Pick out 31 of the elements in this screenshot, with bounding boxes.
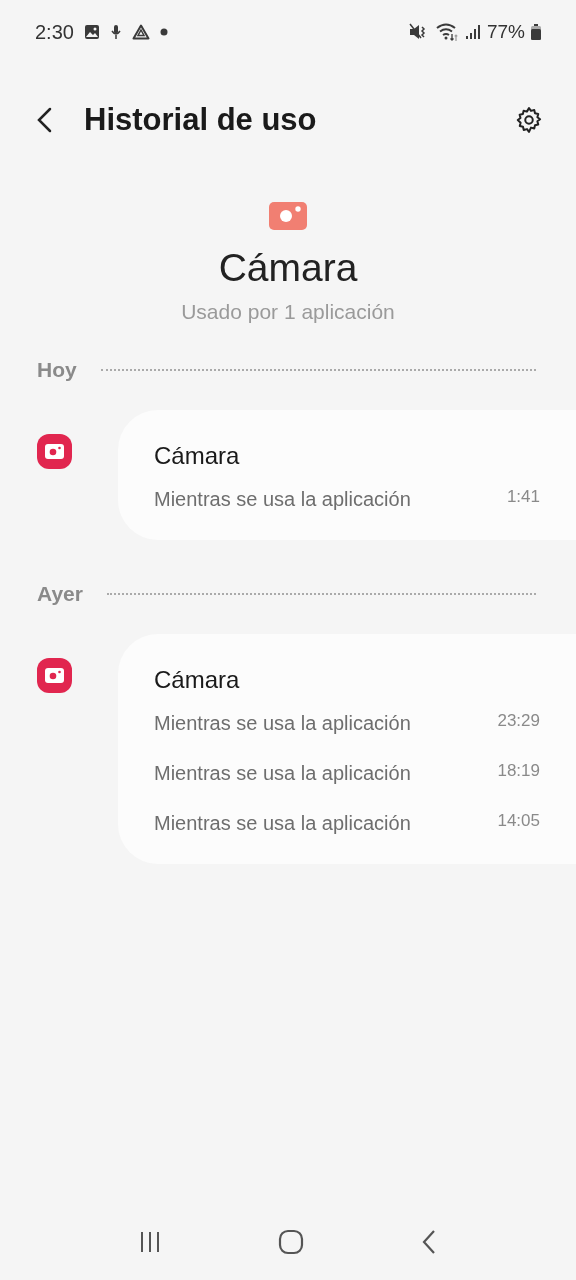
battery-percentage: 77% [486, 19, 525, 44]
clock-time: 2:30 [35, 20, 74, 45]
camera-app-icon [37, 657, 72, 693]
microphone-icon [109, 24, 122, 40]
triangle-icon [131, 24, 150, 40]
camera-app-icon [37, 433, 72, 469]
signal-icon [464, 24, 481, 40]
permission-title: Cámara [218, 245, 358, 291]
camera-icon [269, 202, 307, 230]
usage-time: 1:41 [506, 485, 540, 508]
usage-description: Mientras se usa la aplicación [154, 810, 411, 836]
section-label: Hoy [37, 356, 77, 383]
recent-apps-icon[interactable] [138, 1231, 161, 1253]
usage-time: 14:05 [497, 809, 540, 832]
section-label: Ayer [37, 580, 83, 607]
image-icon [83, 24, 100, 40]
usage-description: Mientras se usa la aplicación [154, 710, 411, 736]
usage-description: Mientras se usa la aplicación [154, 486, 411, 512]
usage-description: Mientras se usa la aplicación [154, 760, 411, 786]
permission-subtitle: Usado por 1 aplicación [181, 299, 395, 325]
back-nav-icon[interactable] [421, 1229, 438, 1255]
app-name: Cámara [154, 440, 241, 471]
home-icon[interactable] [278, 1229, 304, 1255]
page-title: Historial de uso [84, 100, 318, 139]
settings-icon[interactable] [514, 105, 544, 135]
usage-time: 23:29 [497, 709, 540, 732]
usage-time: 18:19 [497, 759, 540, 782]
wifi-icon [434, 22, 459, 42]
app-name: Cámara [154, 664, 241, 695]
battery-icon [531, 24, 541, 40]
dot-icon [159, 28, 168, 36]
